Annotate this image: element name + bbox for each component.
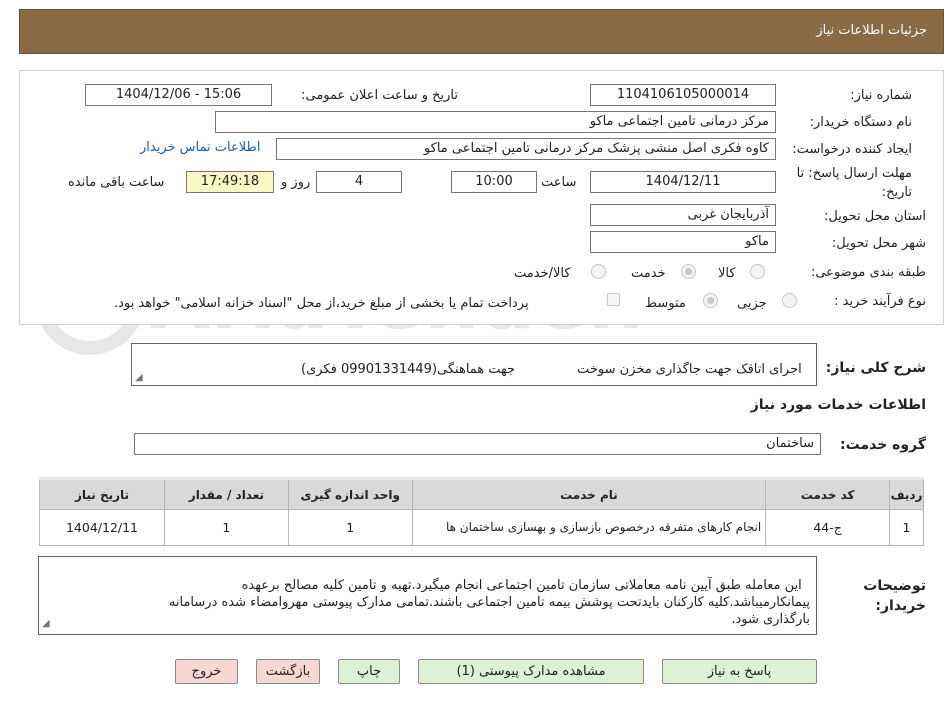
process-label: نوع فرآیند خرید : — [834, 294, 926, 309]
province-label: استان محل تحویل: — [824, 209, 926, 224]
col-service-name: نام خدمت — [411, 477, 767, 510]
deadline-label: مهلت ارسال پاسخ: تا — [796, 166, 912, 181]
buyer-notes-label: توضیحات — [863, 578, 926, 594]
service-group-field: ساختمان — [134, 433, 821, 455]
deadline-date-field: 1404/12/11 — [590, 171, 776, 193]
service-group-label: گروه خدمت: — [840, 437, 926, 453]
resize-grip-icon[interactable]: ◢ — [135, 372, 143, 383]
city-label: شهر محل تحویل: — [831, 236, 926, 251]
buyer-contact-link[interactable]: اطلاعات تماس خریدار — [140, 140, 260, 155]
cell-quantity: 1 — [163, 509, 289, 546]
cell-unit: 1 — [287, 509, 413, 546]
respond-button[interactable]: پاسخ به نیاز — [662, 659, 817, 684]
process-radio-medium[interactable] — [703, 293, 718, 308]
need-number-label: شماره نیاز: — [850, 88, 912, 103]
cell-need-date: 1404/12/11 — [39, 509, 165, 546]
cell-service-code: ج-44 — [765, 509, 891, 546]
page-title: جزئیات اطلاعات نیاز — [816, 23, 927, 38]
need-number-field: 1104106105000014 — [590, 84, 776, 106]
deadline-time-field: 10:00 — [451, 171, 537, 193]
treasury-payment-note: پرداخت تمام یا بخشی از مبلغ خرید،از محل … — [114, 296, 529, 311]
buyer-field: مرکز درمانی تامین اجتماعی ماکو — [215, 111, 776, 133]
resize-grip-icon[interactable]: ◢ — [42, 615, 50, 632]
buyer-label: نام دستگاه خریدار: — [809, 115, 912, 130]
treasury-payment-checkbox[interactable] — [607, 293, 620, 306]
buyer-notes-text: این معامله طبق آیین نامه معاملاتی سازمان… — [168, 578, 810, 627]
cell-service-name: انجام کارهای متفرقه درخصوص بازسازی و بهس… — [411, 509, 767, 546]
back-button[interactable]: بازگشت — [256, 659, 320, 684]
page-header: جزئیات اطلاعات نیاز — [19, 9, 944, 54]
category-option-goods: کالا — [718, 266, 736, 281]
description-label: شرح کلی نیاز: — [825, 360, 926, 376]
days-field: 4 — [316, 171, 402, 193]
category-radio-goods-service[interactable] — [591, 264, 606, 279]
city-field: ماکو — [590, 231, 776, 253]
creator-field: کاوه فکری اصل منشی پزشک مرکز درمانی تامی… — [276, 138, 776, 160]
announce-label: تاریخ و ساعت اعلان عمومی: — [301, 88, 458, 103]
info-panel — [19, 70, 944, 325]
table-row: 1 ج-44 انجام کارهای متفرقه درخصوص بازساز… — [39, 509, 924, 546]
process-option-minor: جزیی — [737, 296, 767, 311]
services-section-title: اطلاعات خدمات مورد نیاز — [750, 397, 926, 413]
buyer-notes-label-2: خریدار: — [875, 598, 926, 614]
province-field: آذربایجان غربی — [590, 204, 776, 226]
days-label: روز و — [281, 175, 311, 190]
category-radio-goods[interactable] — [750, 264, 765, 279]
col-unit: واحد اندازه گیری — [287, 477, 413, 510]
services-table-header: ردیف کد خدمت نام خدمت واحد اندازه گیری ت… — [39, 477, 924, 510]
exit-button[interactable]: خروج — [175, 659, 238, 684]
category-radio-service[interactable] — [681, 264, 696, 279]
process-radio-minor[interactable] — [782, 293, 797, 308]
col-row-number: ردیف — [889, 477, 924, 510]
description-text: اجرای اتاقک جهت جاگذاری مخزن سوخت جهت هم… — [301, 362, 802, 377]
deadline-label-2: تاریخ: — [881, 185, 912, 200]
print-button[interactable]: چاپ — [338, 659, 400, 684]
announce-field: 1404/12/06 - 15:06 — [85, 84, 272, 106]
remaining-label: ساعت باقی مانده — [68, 175, 165, 190]
col-quantity: تعداد / مقدار — [163, 477, 289, 510]
buyer-notes-textarea: این معامله طبق آیین نامه معاملاتی سازمان… — [38, 556, 817, 635]
services-table: ردیف کد خدمت نام خدمت واحد اندازه گیری ت… — [39, 477, 924, 546]
process-option-medium: متوسط — [645, 296, 686, 311]
remaining-time-field: 17:49:18 — [186, 171, 274, 193]
col-need-date: تاریخ نیاز — [39, 477, 165, 510]
cell-row-number: 1 — [889, 509, 924, 546]
col-service-code: کد خدمت — [765, 477, 891, 510]
description-textarea: اجرای اتاقک جهت جاگذاری مخزن سوخت جهت هم… — [131, 343, 817, 386]
creator-label: ایجاد کننده درخواست: — [792, 142, 912, 157]
attachments-button[interactable]: مشاهده مدارک پیوستی (1) — [418, 659, 644, 684]
category-option-goods-service: کالا/خدمت — [514, 266, 571, 281]
time-label: ساعت — [541, 175, 577, 190]
category-label: طبقه بندی موضوعی: — [810, 265, 926, 280]
category-option-service: خدمت — [631, 266, 666, 281]
